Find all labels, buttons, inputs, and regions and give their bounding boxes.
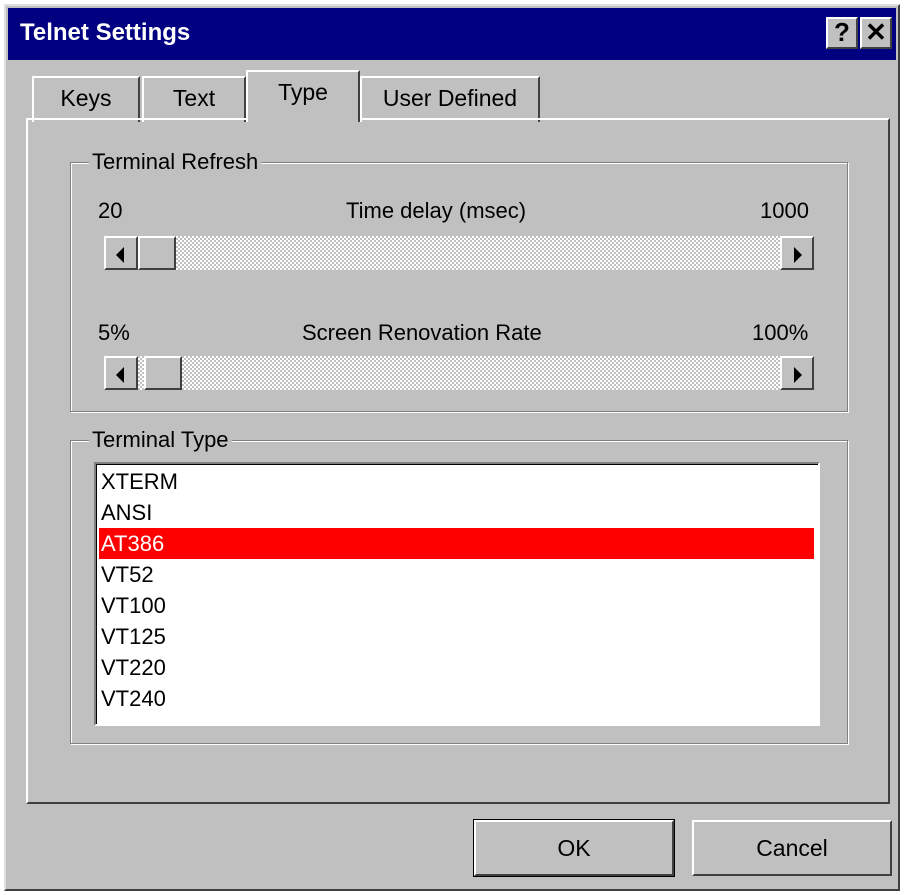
list-item[interactable]: VT240: [99, 683, 814, 714]
ok-button-label: OK: [557, 835, 591, 861]
renovation-rate-right-button[interactable]: [780, 356, 814, 390]
right-arrow-icon: [794, 247, 802, 263]
time-delay-right-button[interactable]: [780, 236, 814, 270]
renovation-rate-slider[interactable]: [104, 356, 814, 390]
renovation-rate-left-button[interactable]: [104, 356, 138, 390]
terminal-type-title: Terminal Type: [89, 427, 232, 453]
time-delay-left-button[interactable]: [104, 236, 138, 270]
tab-type[interactable]: Type: [246, 70, 360, 122]
left-arrow-icon: [116, 367, 124, 383]
close-icon: ✕: [865, 17, 887, 47]
help-button[interactable]: ?: [826, 17, 858, 49]
time-delay-slider[interactable]: [104, 236, 814, 270]
close-button[interactable]: ✕: [860, 17, 892, 49]
terminal-type-list[interactable]: XTERM ANSI AT386 VT52 VT100 VT125 VT220 …: [94, 462, 820, 726]
renovation-rate-thumb[interactable]: [144, 356, 182, 390]
time-delay-min-label: 20: [98, 198, 123, 223]
cancel-button[interactable]: Cancel: [692, 820, 892, 876]
left-arrow-icon: [116, 247, 124, 263]
tab-user-defined[interactable]: User Defined: [360, 76, 540, 122]
ok-button[interactable]: OK: [474, 820, 674, 876]
time-delay-thumb[interactable]: [138, 236, 176, 270]
tab-keys-label: Keys: [60, 85, 112, 111]
right-arrow-icon: [794, 367, 802, 383]
list-item[interactable]: ANSI: [99, 497, 814, 528]
tab-keys[interactable]: Keys: [32, 76, 140, 122]
list-item[interactable]: VT125: [99, 621, 814, 652]
list-item[interactable]: XTERM: [99, 466, 814, 497]
cancel-button-label: Cancel: [756, 835, 828, 861]
renovation-rate-max-label: 100%: [752, 320, 809, 345]
list-item[interactable]: VT52: [99, 559, 814, 590]
renovation-rate-min-label: 5%: [98, 320, 130, 345]
tab-user-defined-label: User Defined: [382, 85, 518, 111]
list-item[interactable]: VT100: [99, 590, 814, 621]
renovation-rate-label: Screen Renovation Rate: [302, 320, 542, 345]
title-bar[interactable]: Telnet Settings ? ✕: [8, 8, 896, 60]
tab-text[interactable]: Text: [142, 76, 246, 122]
help-icon: ?: [834, 17, 850, 47]
list-item[interactable]: VT220: [99, 652, 814, 683]
time-delay-max-label: 1000: [760, 198, 809, 223]
terminal-refresh-title: Terminal Refresh: [89, 149, 262, 175]
tab-text-label: Text: [172, 85, 216, 111]
time-delay-label: Time delay (msec): [346, 198, 527, 223]
window-title: Telnet Settings: [20, 19, 191, 46]
tab-type-label: Type: [278, 79, 328, 105]
list-item-selected[interactable]: AT386: [99, 528, 814, 559]
